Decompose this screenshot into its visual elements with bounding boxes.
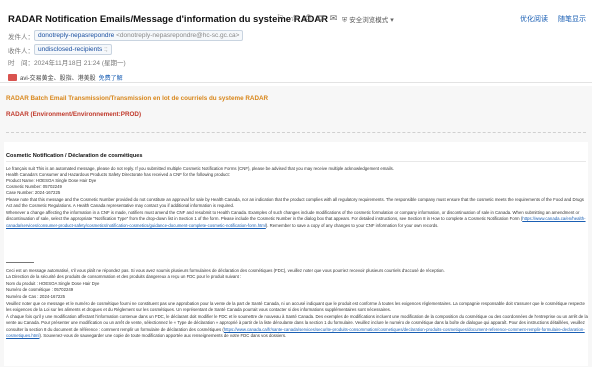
- title-rule: [6, 161, 586, 162]
- en-amendment-text: Whenever a change affecting the informat…: [6, 210, 580, 222]
- en-disclaimer: Please note that this message and the Co…: [6, 197, 584, 209]
- from-row: 发件人： donotreply-nepasrepondre <donotrepl…: [8, 30, 246, 41]
- time-row: 时 间： 2024年11月18日 21:24 (星期一): [8, 57, 126, 67]
- to-label: 收件人：: [8, 47, 34, 55]
- shield-icon: ⛨: [342, 17, 348, 24]
- notification-title: Cosmetic Notification / Déclaration de c…: [6, 153, 143, 159]
- email-header: RADAR Notification Emails/Message d'info…: [0, 0, 592, 84]
- radar-banner-title: RADAR Batch Email Transmission/Transmiss…: [6, 95, 269, 102]
- banner-separator: [6, 132, 586, 133]
- chevron-down-icon: ▾: [388, 17, 394, 24]
- ad-badge-icon: [8, 74, 17, 81]
- plain-reading-button[interactable]: 优化阅读: [520, 14, 548, 24]
- recipient-name: undisclosed-recipients: [38, 46, 103, 53]
- star-icon[interactable]: ☆: [290, 13, 298, 23]
- en-case-number: Case Number: 2024-167225: [6, 190, 61, 195]
- header-divider: [0, 82, 592, 83]
- ad-bar: avi-交易黄金、股指、港美股 免费了解: [8, 73, 123, 82]
- print-icon[interactable]: ⎙: [304, 13, 311, 23]
- safe-mode-label: 安全浏览模式: [349, 17, 389, 24]
- safe-mode-toggle[interactable]: ⛨ 安全浏览模式 ▾: [342, 14, 396, 26]
- en-amendment-tail: ). Remember to save a copy of any change…: [265, 222, 439, 228]
- header-actions: 优化阅读 随笔显示: [520, 14, 586, 24]
- en-amendment: Whenever a change affecting the informat…: [6, 210, 588, 229]
- from-label: 发件人：: [8, 33, 34, 41]
- ad-link[interactable]: 免费了解: [99, 73, 123, 82]
- fullscreen-button[interactable]: 随笔显示: [558, 14, 586, 24]
- fr-disclaimer: Veuillez noter que ce message et le numé…: [6, 301, 585, 313]
- ad-text: avi-交易黄金、股指、港美股: [20, 76, 96, 82]
- flag-icon[interactable]: ⚐: [276, 13, 284, 23]
- fr-cosmetic-number: Numéro de cosmétique : 05702249: [6, 287, 74, 292]
- to-row: 收件人： undisclosed-recipients :;: [8, 44, 115, 55]
- fr-amendment-tail: ). Souvenez-vous de sauvegarder une copi…: [39, 333, 287, 339]
- sender-address: <donotreply-nepasrepondre@hc-sc.gc.ca>: [116, 32, 240, 39]
- fr-amendment: À chaque fois qu'il y une modification a…: [6, 314, 588, 340]
- sent-time: 2024年11月18日 21:24 (星期一): [34, 60, 126, 67]
- new-window-icon[interactable]: ⧉: [317, 13, 323, 23]
- language-separator: [6, 262, 34, 263]
- recipient-address: :;: [104, 46, 108, 53]
- time-label: 时 间：: [8, 60, 34, 67]
- fr-received: La Direction de la sécurité des produits…: [6, 274, 242, 279]
- subject-icon-bar: ⚐ ☆ ⎙ ⧉ ✉: [276, 13, 337, 23]
- recipient-chip[interactable]: undisclosed-recipients :;: [34, 44, 112, 55]
- fr-case-number: Numéro de Cas : 2024-167225: [6, 294, 66, 299]
- email-forward-icon[interactable]: ✉: [330, 13, 338, 23]
- sender-name: donotreply-nepasrepondre: [38, 32, 115, 39]
- sender-chip[interactable]: donotreply-nepasrepondre <donotreply-nep…: [34, 30, 244, 41]
- radar-environment: RADAR (Environment/Environnement:PROD): [6, 111, 142, 118]
